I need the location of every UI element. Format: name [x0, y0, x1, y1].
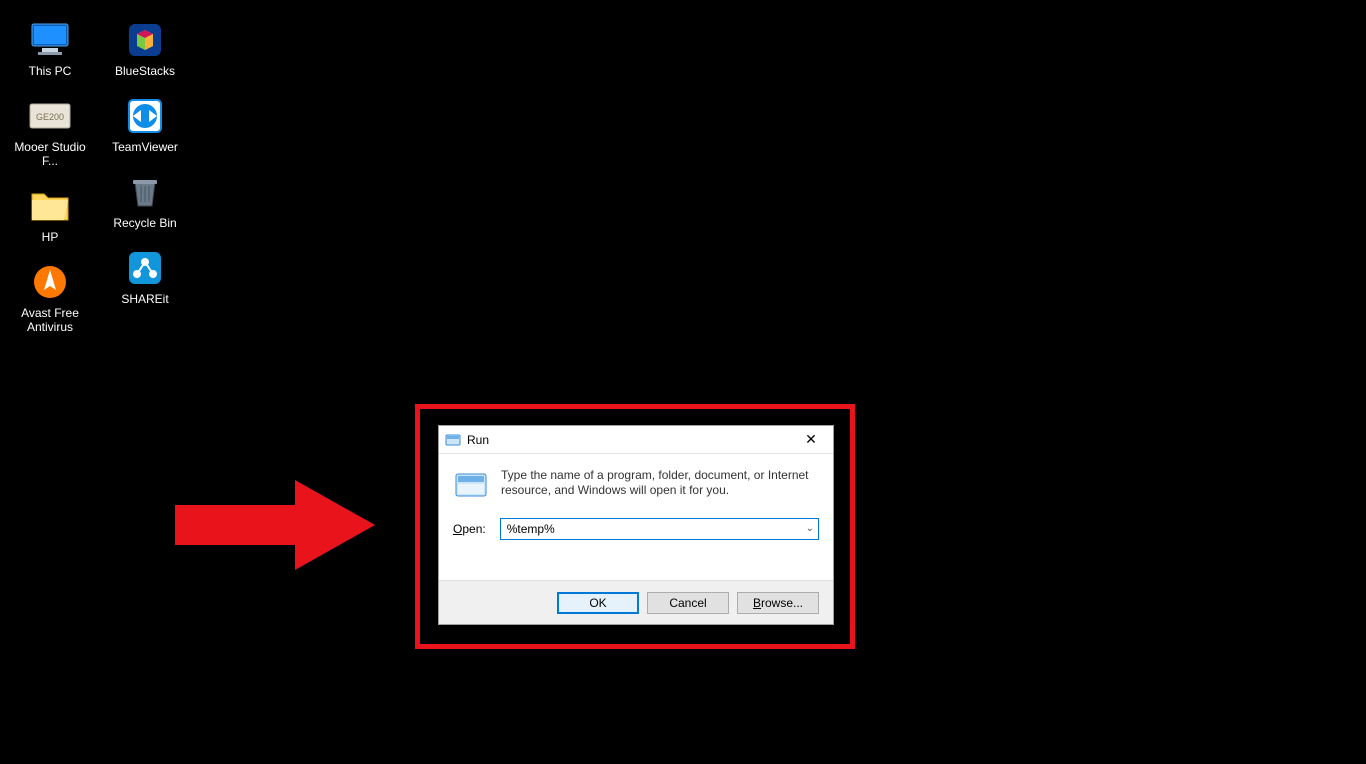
desktop-icon-label: Avast Free Antivirus — [8, 306, 92, 334]
this-pc-icon — [26, 20, 74, 60]
dialog-body: Type the name of a program, folder, docu… — [439, 454, 833, 514]
close-button[interactable]: ✕ — [791, 427, 831, 453]
desktop-icon-label: SHAREit — [121, 292, 168, 306]
desktop-icon-teamviewer[interactable]: TeamViewer — [103, 96, 187, 154]
desktop: This PC GE200 Mooer Studio F... HP Avast… — [0, 0, 1366, 764]
desktop-icon-bluestacks[interactable]: BlueStacks — [103, 20, 187, 78]
svg-text:GE200: GE200 — [36, 112, 64, 122]
open-input-value: %temp% — [507, 522, 555, 536]
desktop-icon-mooer[interactable]: GE200 Mooer Studio F... — [8, 96, 92, 168]
run-title-icon — [445, 432, 461, 448]
dialog-description: Type the name of a program, folder, docu… — [501, 468, 819, 504]
bluestacks-icon — [121, 20, 169, 60]
dialog-title: Run — [467, 433, 791, 447]
button-label: Browse... — [753, 596, 803, 610]
desktop-icon-avast[interactable]: Avast Free Antivirus — [8, 262, 92, 334]
button-label: Cancel — [669, 596, 706, 610]
chevron-down-icon: ⌄ — [806, 523, 814, 534]
close-icon: ✕ — [805, 431, 817, 448]
desktop-icon-this-pc[interactable]: This PC — [8, 20, 92, 78]
desktop-column-1: This PC GE200 Mooer Studio F... HP Avast… — [5, 20, 95, 334]
desktop-icon-hp[interactable]: HP — [8, 186, 92, 244]
mooer-icon: GE200 — [26, 96, 74, 136]
shareit-icon — [121, 248, 169, 288]
cancel-button[interactable]: Cancel — [647, 592, 729, 614]
browse-button[interactable]: Browse... — [737, 592, 819, 614]
desktop-icon-label: HP — [42, 230, 59, 244]
recycle-bin-icon — [121, 172, 169, 212]
desktop-icon-label: This PC — [29, 64, 72, 78]
desktop-icon-label: Mooer Studio F... — [8, 140, 92, 168]
desktop-icon-label: BlueStacks — [115, 64, 175, 78]
desktop-column-2: BlueStacks TeamViewer Recycle Bin SHAREi… — [100, 20, 190, 306]
ok-button[interactable]: OK — [557, 592, 639, 614]
open-combobox[interactable]: %temp% ⌄ — [500, 518, 819, 540]
avast-icon — [26, 262, 74, 302]
folder-icon — [26, 186, 74, 226]
open-row: Open: %temp% ⌄ — [439, 514, 833, 550]
button-row: OK Cancel Browse... — [439, 580, 833, 624]
desktop-icon-recycle-bin[interactable]: Recycle Bin — [103, 172, 187, 230]
desktop-icon-shareit[interactable]: SHAREit — [103, 248, 187, 306]
desktop-icon-label: TeamViewer — [112, 140, 178, 154]
titlebar[interactable]: Run ✕ — [439, 426, 833, 454]
teamviewer-icon — [121, 96, 169, 136]
run-dialog: Run ✕ Type the name of a program, folder… — [438, 425, 834, 625]
annotation-arrow — [175, 475, 375, 575]
run-dialog-icon — [453, 468, 489, 504]
button-label: OK — [589, 596, 606, 610]
desktop-icon-label: Recycle Bin — [113, 216, 176, 230]
open-label: Open: — [453, 522, 486, 536]
